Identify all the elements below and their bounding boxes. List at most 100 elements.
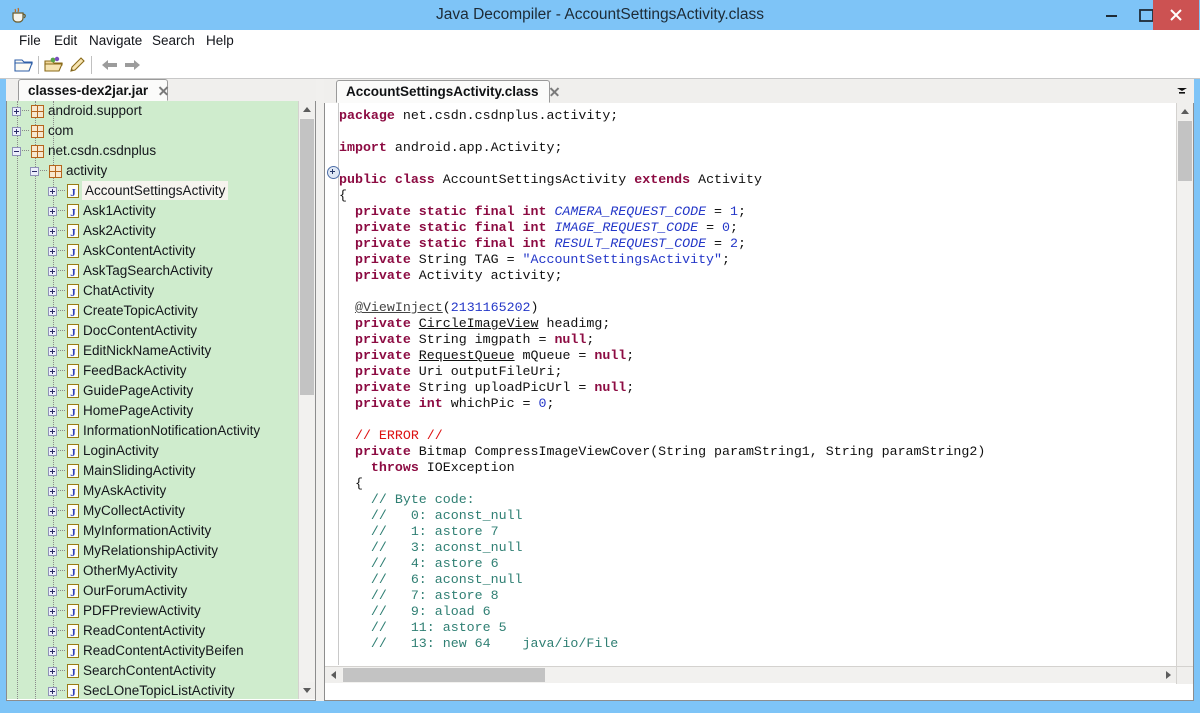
tree-item[interactable]: activity: [7, 161, 298, 181]
expand-icon[interactable]: [48, 367, 57, 376]
tree-connector: [22, 130, 29, 132]
code-token: Bitmap CompressImageViewCover(String par…: [419, 444, 986, 459]
tab-accountsettingsactivity-class[interactable]: AccountSettingsActivity.class: [336, 80, 550, 103]
scroll-up-button[interactable]: [299, 101, 315, 118]
application-window: Java Decompiler - AccountSettingsActivit…: [0, 0, 1200, 713]
expand-icon[interactable]: [48, 247, 57, 256]
scroll-up-button[interactable]: [1177, 103, 1193, 120]
expand-icon[interactable]: [48, 267, 57, 276]
tree-item[interactable]: JOtherMyActivity: [7, 561, 298, 581]
expand-icon[interactable]: [48, 387, 57, 396]
expand-icon[interactable]: [48, 487, 57, 496]
tree-item[interactable]: JAskContentActivity: [7, 241, 298, 261]
tree-item[interactable]: JDocContentActivity: [7, 321, 298, 341]
tree-item[interactable]: android.support: [7, 101, 298, 121]
navigate-back-icon[interactable]: [99, 55, 121, 75]
tree-item[interactable]: JMyCollectActivity: [7, 501, 298, 521]
expand-icon[interactable]: [48, 327, 57, 336]
expand-icon[interactable]: [48, 627, 57, 636]
tree-item[interactable]: JChatActivity: [7, 281, 298, 301]
tree-item[interactable]: JReadContentActivityBeifen: [7, 641, 298, 661]
tree-item[interactable]: JLoginActivity: [7, 441, 298, 461]
expand-icon[interactable]: [12, 107, 21, 116]
close-icon[interactable]: [548, 85, 561, 98]
expand-icon[interactable]: [48, 207, 57, 216]
collapse-icon[interactable]: [30, 167, 39, 176]
expand-icon[interactable]: [48, 447, 57, 456]
tree-item[interactable]: com: [7, 121, 298, 141]
expand-icon[interactable]: [48, 227, 57, 236]
tree-item-label: PDFPreviewActivity: [83, 603, 201, 618]
editor-vertical-scrollbar[interactable]: [1176, 103, 1193, 684]
expand-icon[interactable]: [48, 547, 57, 556]
close-icon[interactable]: [157, 84, 170, 97]
open-file-icon[interactable]: [13, 55, 35, 75]
expand-icon[interactable]: [48, 607, 57, 616]
tree-item[interactable]: JSecLOneTopicListActivity: [7, 681, 298, 699]
tree-item[interactable]: JAskTagSearchActivity: [7, 261, 298, 281]
expand-icon[interactable]: [48, 507, 57, 516]
expand-icon[interactable]: [48, 587, 57, 596]
package-tree[interactable]: android.supportcomnet.csdn.csdnplusactiv…: [7, 101, 298, 699]
tree-item[interactable]: JMainSlidingActivity: [7, 461, 298, 481]
expand-icon[interactable]: [12, 127, 21, 136]
tab-classes-dex2jar-jar[interactable]: classes-dex2jar.jar: [18, 79, 168, 101]
code-token: ;: [738, 236, 746, 251]
expand-icon[interactable]: [48, 187, 57, 196]
tree-item[interactable]: JReadContentActivity: [7, 621, 298, 641]
code-token: private: [339, 268, 419, 283]
expand-icon[interactable]: [48, 307, 57, 316]
menu-file[interactable]: File: [12, 30, 48, 52]
tree-item[interactable]: JHomePageActivity: [7, 401, 298, 421]
navigate-forward-icon[interactable]: [121, 55, 143, 75]
expand-icon[interactable]: [48, 647, 57, 656]
tree-item[interactable]: JFeedBackActivity: [7, 361, 298, 381]
expand-icon[interactable]: [48, 427, 57, 436]
expand-icon[interactable]: [48, 407, 57, 416]
tree-item[interactable]: JPDFPreviewActivity: [7, 601, 298, 621]
scroll-left-button[interactable]: [325, 667, 342, 683]
menu-search[interactable]: Search: [145, 30, 202, 52]
tree-item[interactable]: JMyRelationshipActivity: [7, 541, 298, 561]
collapse-icon[interactable]: [12, 147, 21, 156]
menu-navigate[interactable]: Navigate: [82, 30, 149, 52]
open-type-icon[interactable]: [43, 55, 65, 75]
code-token: // 11: astore 5: [339, 620, 507, 635]
tree-item[interactable]: JSearchContentActivity: [7, 661, 298, 681]
expand-icon[interactable]: [48, 467, 57, 476]
tree-item[interactable]: JMyInformationActivity: [7, 521, 298, 541]
tree-item[interactable]: JAccountSettingsActivity: [7, 181, 298, 201]
tree-item[interactable]: JAsk2Activity: [7, 221, 298, 241]
scroll-down-button[interactable]: [299, 682, 315, 699]
chevron-down-icon[interactable]: [1174, 83, 1190, 99]
pane-splitter[interactable]: [316, 79, 324, 701]
tree-item[interactable]: JOurForumActivity: [7, 581, 298, 601]
expand-icon[interactable]: [48, 287, 57, 296]
tree-vertical-scrollbar[interactable]: [298, 101, 315, 699]
menu-help[interactable]: Help: [199, 30, 241, 52]
tree-item[interactable]: JGuidePageActivity: [7, 381, 298, 401]
code-token: // Byte code:: [339, 492, 475, 507]
expand-icon[interactable]: [48, 667, 57, 676]
editor-horizontal-scrollbar[interactable]: [325, 666, 1177, 683]
tree-item[interactable]: JCreateTopicActivity: [7, 301, 298, 321]
tree-item[interactable]: JMyAskActivity: [7, 481, 298, 501]
tree-item[interactable]: JEditNickNameActivity: [7, 341, 298, 361]
scrollbar-thumb[interactable]: [300, 119, 314, 395]
menu-edit[interactable]: Edit: [47, 30, 84, 52]
close-button[interactable]: [1153, 0, 1199, 30]
scrollbar-thumb[interactable]: [1178, 121, 1192, 181]
tree-item[interactable]: JInformationNotificationActivity: [7, 421, 298, 441]
code-line: // 7: astore 8: [339, 588, 1174, 604]
scrollbar-thumb[interactable]: [343, 668, 545, 682]
scroll-right-button[interactable]: [1160, 667, 1177, 683]
code-token: ;: [722, 252, 730, 267]
source-code-view[interactable]: package net.csdn.csdnplus.activity; impo…: [339, 103, 1174, 665]
expand-icon[interactable]: [48, 687, 57, 696]
expand-icon[interactable]: [48, 567, 57, 576]
tree-item[interactable]: JAsk1Activity: [7, 201, 298, 221]
save-class-icon[interactable]: [65, 55, 87, 75]
expand-icon[interactable]: [48, 347, 57, 356]
expand-icon[interactable]: [48, 527, 57, 536]
tree-item[interactable]: net.csdn.csdnplus: [7, 141, 298, 161]
